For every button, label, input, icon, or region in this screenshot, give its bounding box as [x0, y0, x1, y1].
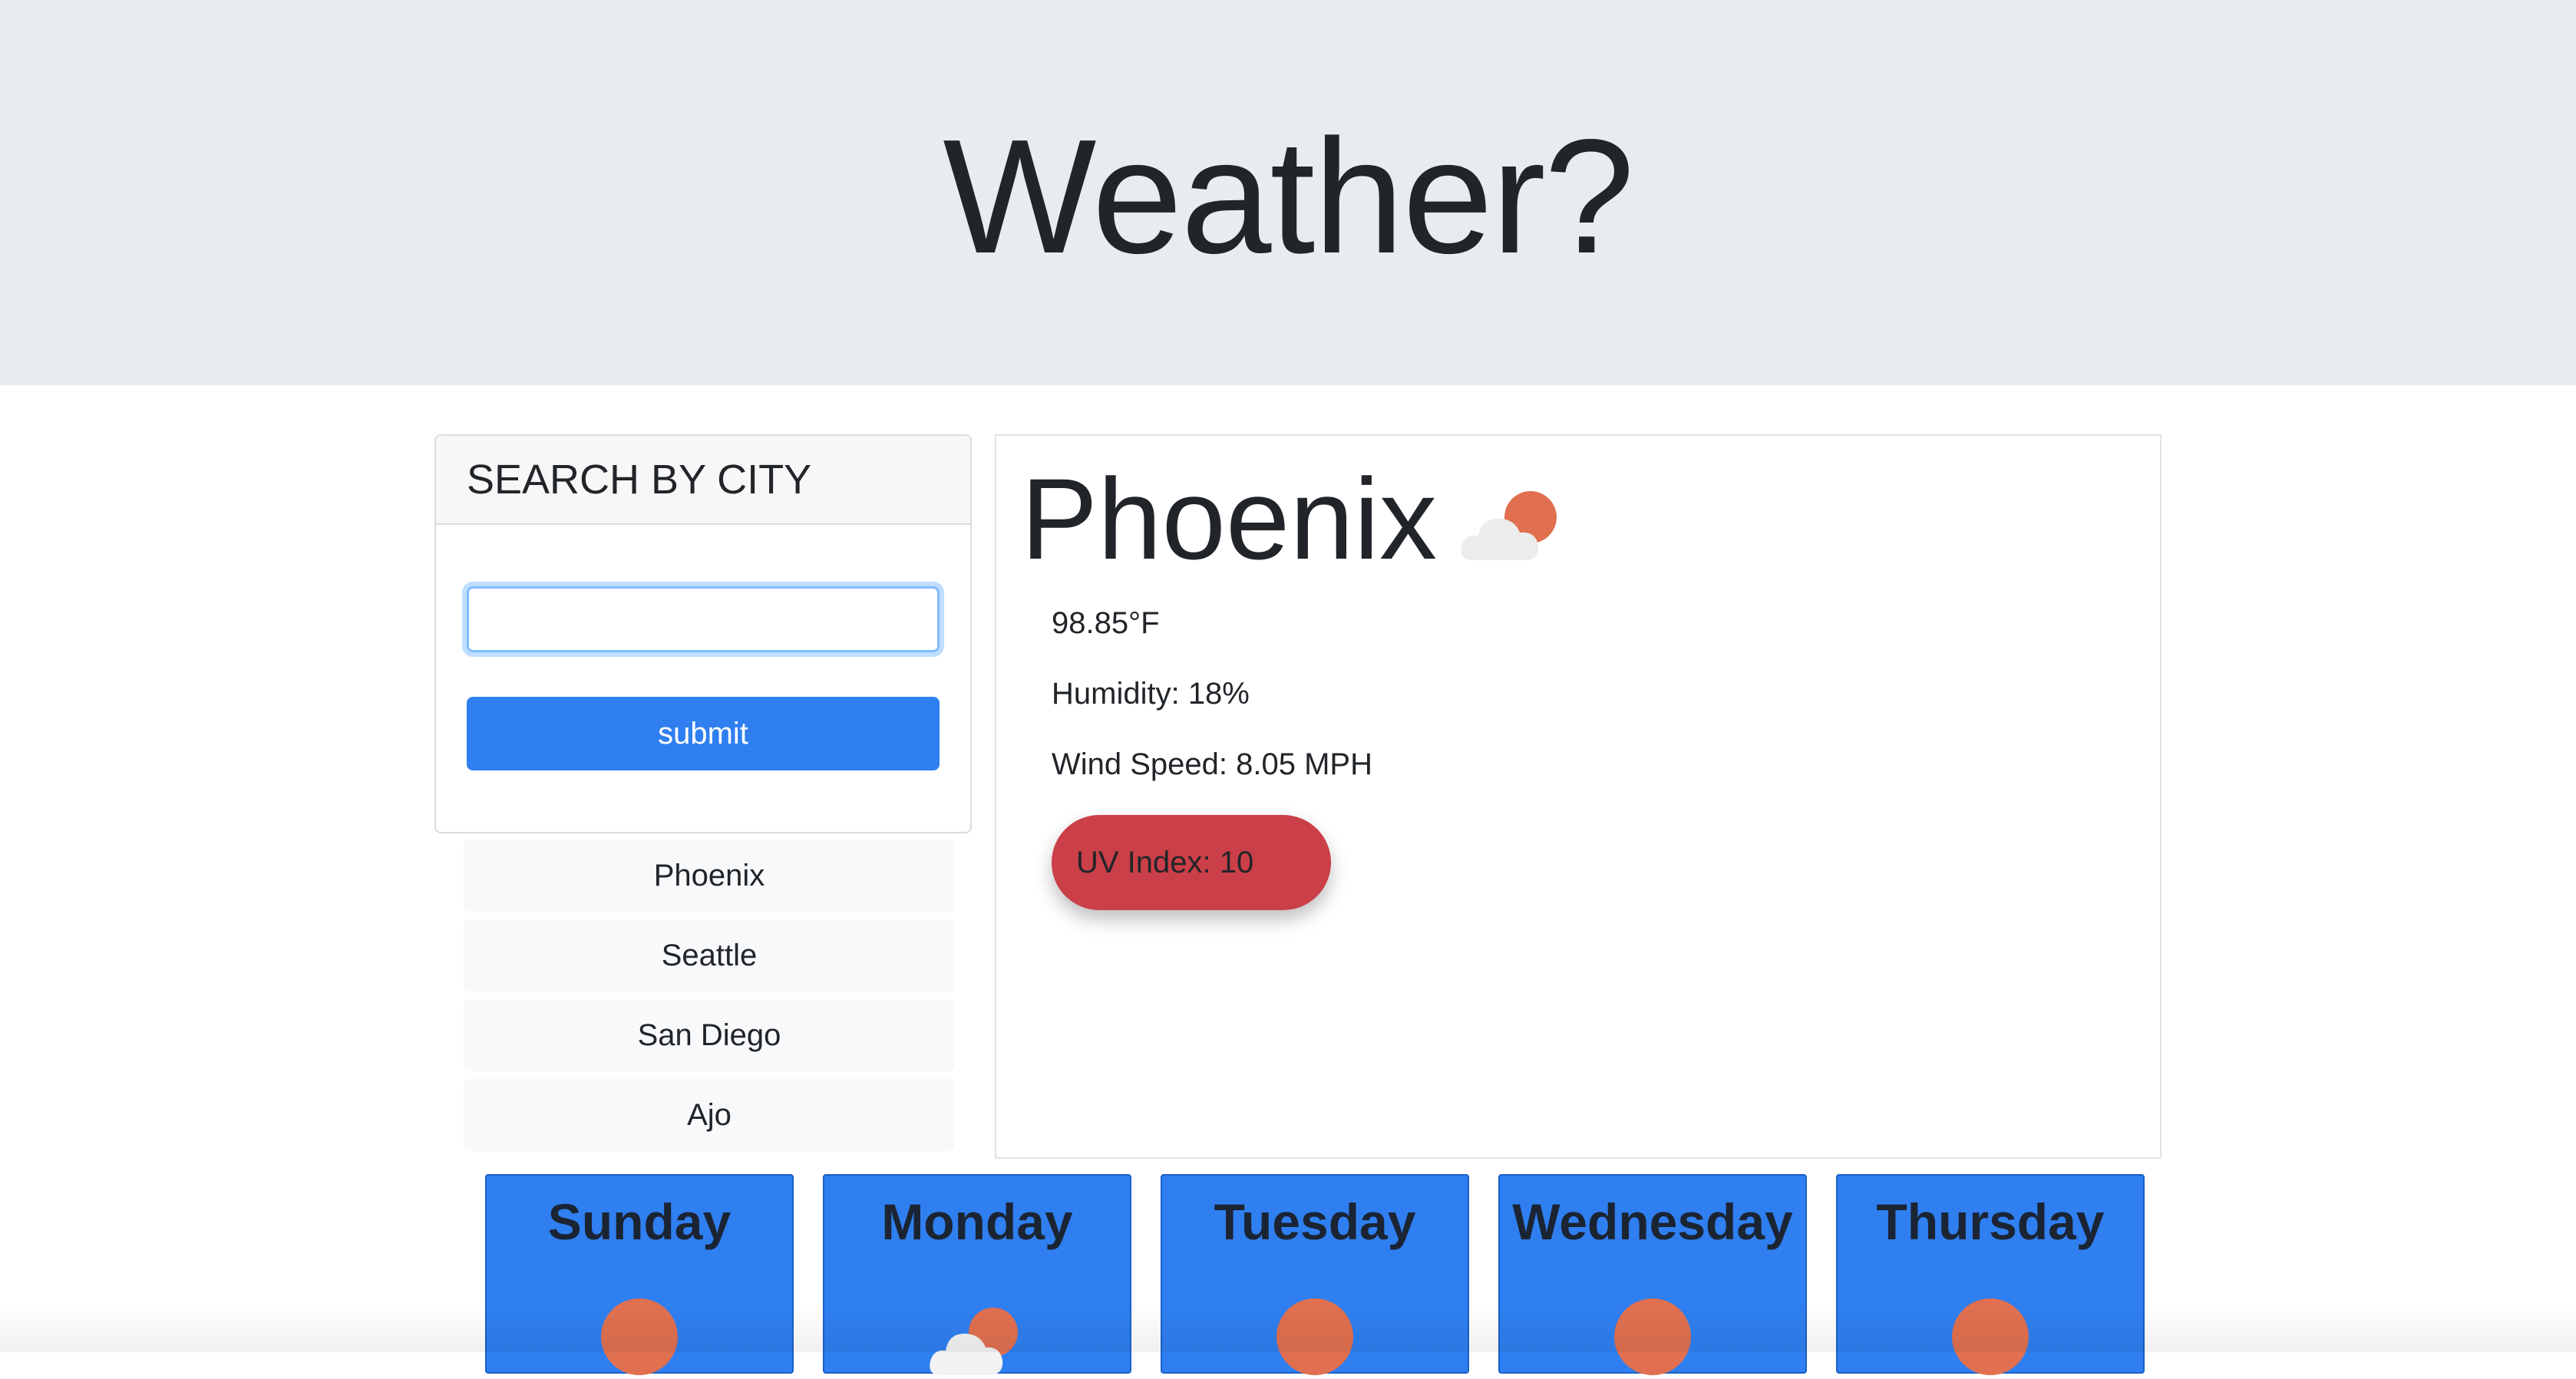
history-item-seattle[interactable]: Seattle [464, 919, 955, 991]
forecast-day-name: Wednesday [1512, 1193, 1793, 1250]
header-jumbotron: Weather? [0, 0, 2576, 385]
history-item-san-diego[interactable]: San Diego [464, 999, 955, 1071]
sun-icon [1952, 1298, 2029, 1379]
sun-icon [1614, 1298, 1691, 1379]
forecast-card-thursday: Thursday [1836, 1174, 2145, 1375]
submit-button[interactable]: submit [467, 697, 940, 770]
forecast-day-name: Monday [881, 1193, 1073, 1250]
forecast-day-name: Tuesday [1214, 1193, 1416, 1250]
city-name: Phoenix [1021, 454, 1438, 583]
partly-cloudy-icon [927, 1298, 1027, 1379]
humidity-text: Humidity: 18% [1052, 677, 1250, 711]
city-heading: Phoenix [1021, 450, 1566, 588]
history-item-ajo[interactable]: Ajo [464, 1079, 955, 1151]
search-card-title: SEARCH BY CITY [436, 436, 970, 525]
current-weather-card: Phoenix 98.85°F Humidity: 18% Wind Speed… [995, 434, 2162, 1159]
page-title: Weather? [943, 105, 1634, 287]
sun-icon [601, 1298, 678, 1379]
search-card: SEARCH BY CITY submit [434, 434, 972, 833]
wind-speed-text: Wind Speed: 8.05 MPH [1052, 747, 1372, 781]
forecast-card-monday: Monday [823, 1174, 1131, 1375]
forecast-day-name: Thursday [1876, 1193, 2105, 1250]
search-history-list: Phoenix Seattle San Diego Ajo [464, 840, 955, 1159]
forecast-day-name: Sunday [547, 1193, 732, 1250]
forecast-card-wednesday: Wednesday [1498, 1174, 1807, 1375]
temperature-text: 98.85°F [1052, 606, 1160, 640]
forecast-card-tuesday: Tuesday [1161, 1174, 1469, 1375]
city-search-input[interactable] [467, 586, 940, 652]
five-day-forecast: Sunday Monday Tuesday Wednesday Thursday [485, 1174, 2145, 1375]
uv-index-badge: UV Index: 10 [1052, 815, 1331, 910]
history-item-phoenix[interactable]: Phoenix [464, 840, 955, 912]
sun-icon [1276, 1298, 1353, 1379]
forecast-card-sunday: Sunday [485, 1174, 794, 1375]
partly-cloudy-icon [1458, 487, 1566, 567]
